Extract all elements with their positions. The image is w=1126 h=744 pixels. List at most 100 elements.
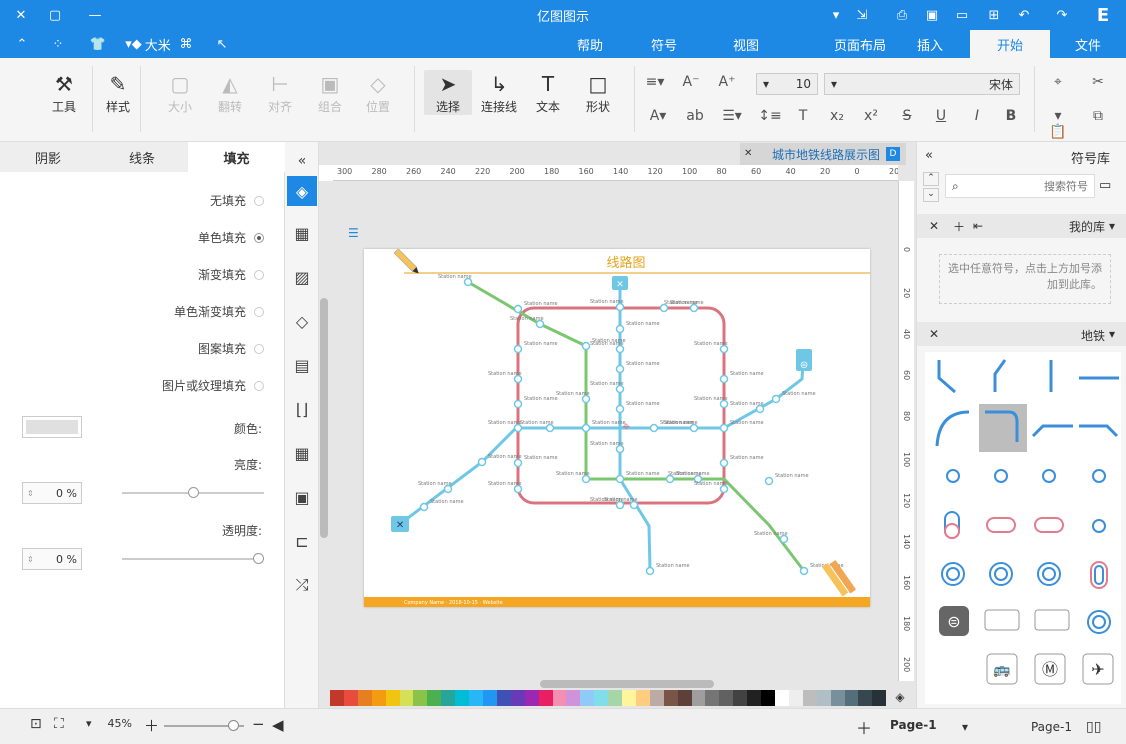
palette-swatch[interactable] <box>677 690 692 706</box>
table-icon[interactable]: ▦ <box>287 438 317 468</box>
page-layout-icon[interactable]: ▯▯ <box>1086 719 1101 735</box>
align-icon[interactable]: ≡▾ <box>644 74 666 90</box>
zoom-in-icon[interactable]: ＋ <box>144 715 159 736</box>
palette-swatch[interactable] <box>455 690 470 706</box>
font-size-select[interactable]: ▾ 10 <box>756 73 818 95</box>
palette-swatch[interactable] <box>691 690 706 706</box>
shuffle-icon[interactable]: ⤮ <box>287 570 317 600</box>
puzzle-icon[interactable]: ▣ <box>287 482 317 512</box>
page-handle-icon[interactable]: ☰ <box>348 226 360 240</box>
play-icon[interactable]: ◀ <box>272 716 284 734</box>
palette-swatch[interactable] <box>441 690 456 706</box>
style-button[interactable]: ✎ 样式 <box>96 70 140 115</box>
add-page-icon[interactable]: ＋ <box>856 715 872 739</box>
palette-swatch[interactable] <box>566 690 581 706</box>
metro-symbols[interactable]: ⊜ 🚌 Ⓜ ✈ <box>925 352 1121 704</box>
new-icon[interactable]: ⊞ <box>982 0 1006 30</box>
list-icon[interactable]: ☰▾ <box>718 108 746 124</box>
italic-icon[interactable]: I <box>966 108 988 124</box>
search-input[interactable] <box>988 179 1088 193</box>
metro-library-header[interactable]: ✕ 地铁 ▾ <box>917 322 1126 346</box>
palette-swatch[interactable] <box>830 690 845 706</box>
palette-swatch[interactable] <box>510 690 525 706</box>
underline-icon[interactable]: U <box>930 108 952 124</box>
slider-handle[interactable] <box>253 553 264 564</box>
page-select[interactable]: ▾ Page-1 <box>962 717 1072 737</box>
symbol-search[interactable]: ⌕ <box>945 174 1095 198</box>
palette-swatch[interactable] <box>858 690 873 706</box>
palette-swatch[interactable] <box>552 690 567 706</box>
palette-swatch[interactable] <box>343 690 358 706</box>
grid-icon[interactable]: ▦ <box>287 218 317 248</box>
open-icon[interactable]: ▭ <box>950 0 974 30</box>
palette-swatch[interactable] <box>413 690 428 706</box>
line-spacing-icon[interactable]: ↕≡ <box>756 108 784 124</box>
palette-swatch[interactable] <box>427 690 442 706</box>
font-shrink-icon[interactable]: A⁻ <box>680 74 702 90</box>
slider-handle[interactable] <box>188 487 199 498</box>
my-library-header[interactable]: ✕ ＋ ⇤ 我的库 ▾ <box>917 214 1126 238</box>
palette-swatch[interactable] <box>469 690 483 706</box>
palette-swatch[interactable] <box>733 690 748 706</box>
palette-swatch[interactable] <box>580 690 595 706</box>
scroll-up-icon[interactable]: ⌃ <box>923 172 939 186</box>
text-button[interactable]: T 文本 <box>526 70 570 115</box>
palette-swatch[interactable] <box>747 690 762 706</box>
save-icon[interactable]: ▣ <box>920 0 944 30</box>
page-icon[interactable]: ▤ <box>287 350 317 380</box>
palette-swatch[interactable] <box>844 690 859 706</box>
close-icon[interactable]: ✕ <box>929 327 939 341</box>
fill-option-none[interactable]: 无填充 <box>210 192 264 209</box>
tools-button[interactable]: ⚒ 工具 <box>42 70 86 115</box>
palette-swatch[interactable] <box>399 690 414 706</box>
tab-help[interactable]: 帮助 <box>560 30 620 58</box>
zoom-out-icon[interactable]: − <box>252 715 265 733</box>
font-family-select[interactable]: ▾ 宋体 <box>824 73 1020 95</box>
palette-swatch[interactable] <box>705 690 720 706</box>
slider-handle[interactable] <box>228 720 239 731</box>
format-painter-icon[interactable]: ⌖ <box>1046 74 1070 90</box>
collapse-right-icon[interactable]: « <box>925 148 933 163</box>
close-icon[interactable]: ✕ <box>6 0 36 30</box>
palette-swatch[interactable] <box>357 690 372 706</box>
metro-map[interactable]: 线路图 Station nameStation nameStation name… <box>364 248 870 607</box>
palette-swatch[interactable] <box>719 690 734 706</box>
user-account[interactable]: ▾◆ 大米 <box>118 30 178 58</box>
export-icon[interactable]: ⇲ <box>850 0 874 30</box>
zoom-slider[interactable] <box>164 720 244 731</box>
copy-icon[interactable]: ⧉ <box>1086 108 1110 124</box>
palette-swatch[interactable] <box>622 690 636 706</box>
brightness-input[interactable]: ⇕ 0 % <box>22 482 82 504</box>
tab-view[interactable]: 视图 <box>716 30 776 58</box>
chart-icon[interactable]: ⌊⌋ <box>287 394 317 424</box>
fullscreen-icon[interactable]: ⛶ <box>54 716 64 732</box>
position-button[interactable]: ◇ 位置 <box>356 70 400 115</box>
text-highlight-icon[interactable]: ab <box>680 108 710 124</box>
palette-swatch[interactable] <box>330 690 344 706</box>
vertical-scrollbar[interactable] <box>320 298 328 538</box>
fill-option-pattern[interactable]: 图案填充 <box>198 340 264 357</box>
shape-button[interactable]: □ 形状 <box>576 70 620 115</box>
fill-icon[interactable]: ◈ <box>287 176 317 206</box>
palette-swatch[interactable] <box>635 690 650 706</box>
zoom-select[interactable]: ▾ 45% <box>86 717 132 730</box>
palette-swatch[interactable] <box>608 690 623 706</box>
transparency-input[interactable]: ⇕ 0 % <box>22 548 82 570</box>
tab-fill[interactable]: 填充 <box>188 142 285 172</box>
share-icon[interactable]: ⌘ <box>176 30 196 58</box>
palette-swatch[interactable] <box>482 690 497 706</box>
paste-icon[interactable]: ▾📋 <box>1046 108 1070 140</box>
group-button[interactable]: ▣ 组合 <box>308 70 352 115</box>
palette-swatch[interactable] <box>538 690 553 706</box>
maximize-icon[interactable]: ▢ <box>40 0 70 30</box>
palette-swatch[interactable] <box>802 690 817 706</box>
undo-icon[interactable]: ↶ <box>1012 0 1036 30</box>
superscript-icon[interactable]: x² <box>860 108 882 124</box>
font-grow-icon[interactable]: A⁺ <box>716 74 738 90</box>
fit-page-icon[interactable]: ⊡ <box>30 716 42 732</box>
fill-option-gradient[interactable]: 渐变填充 <box>198 266 264 283</box>
tab-file[interactable]: 文件 <box>1056 30 1120 58</box>
add-icon[interactable]: ＋ <box>953 218 965 235</box>
format-icon[interactable]: ⊏ <box>287 526 317 556</box>
apps-icon[interactable]: ⁘ <box>46 30 70 58</box>
